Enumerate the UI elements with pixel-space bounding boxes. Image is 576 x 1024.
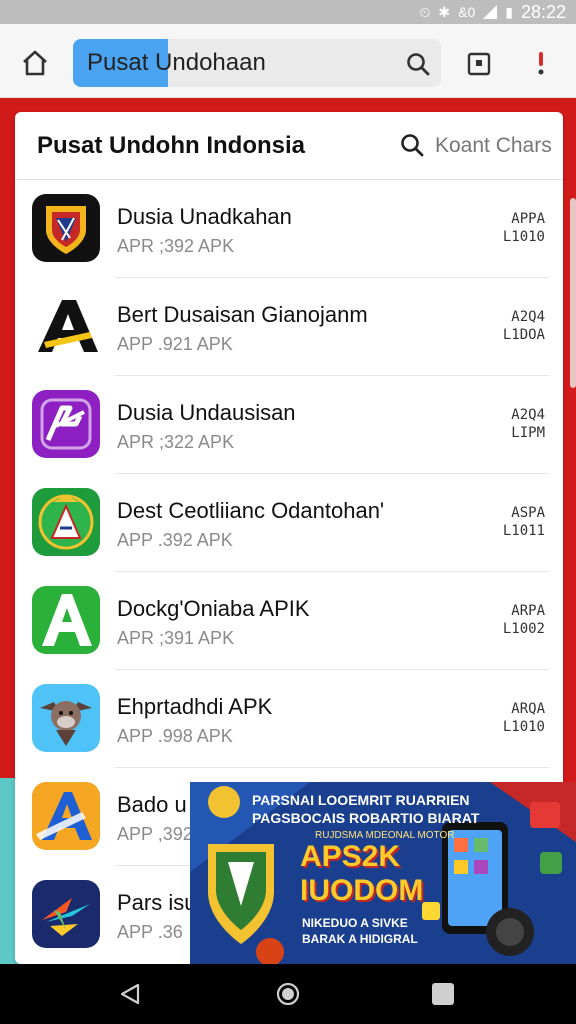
back-icon[interactable] (118, 982, 142, 1006)
url-text: Pusat Undohaan (87, 49, 266, 76)
ad-banner[interactable]: PARSNAI LOOEMRIT RUARRIEN PAGSBOCAIS ROB… (190, 782, 576, 964)
badge-line: ARQA (511, 701, 545, 717)
page-title: Pusat Undohn Indonsia (37, 132, 305, 159)
badge-line: L1010 (502, 719, 545, 735)
recents-icon[interactable] (432, 983, 454, 1005)
shield-logo-icon (32, 194, 100, 262)
badge-line: L1011 (502, 523, 545, 539)
app-subtitle: APR ;322 APK (117, 432, 235, 452)
search-icon[interactable] (399, 132, 425, 158)
colorful-arrow-icon (32, 880, 100, 948)
badge-line: A2Q4 (511, 407, 545, 423)
badge-line: L1DOA (502, 327, 545, 343)
list-item[interactable]: Dusia Undausisan APR ;322 APK A2Q4 LIPM (15, 376, 563, 474)
badge-line: ASPA (511, 505, 545, 521)
badge-line: L1002 (502, 621, 545, 637)
list-item[interactable]: Dockg'Oniaba APIK APR ;391 APK ARPA L100… (15, 572, 563, 670)
scrollbar[interactable] (570, 198, 576, 388)
version-badge: ARQA L1010 (501, 700, 545, 736)
green-emblem-icon (32, 488, 100, 556)
ad-headline: PAGSBOCAIS ROBARTIO BIARAT (252, 810, 480, 826)
app-subtitle: APP ,392 (117, 824, 193, 844)
search-input[interactable]: Koant Chars (435, 134, 552, 158)
ad-headline: PARSNAI LOOEMRIT RUARRIEN (252, 792, 470, 808)
badge-line: LIPM (511, 425, 545, 441)
app-name: Pars isu (117, 890, 197, 915)
home-nav-icon[interactable] (276, 982, 300, 1006)
browser-toolbar: Pusat Undohaan (0, 24, 576, 98)
clock: 28:22 (520, 1, 566, 22)
version-badge: A2Q4 LIPM (501, 406, 545, 442)
app-name: Dusia Unadkahan (117, 204, 292, 229)
status-icons: ⏲ ✱ &0 ▮ 28:22 (419, 0, 566, 24)
app-name: Ehprtadhdi APK (117, 694, 273, 719)
app-name: Dusia Undausisan (117, 400, 296, 425)
letter-a-black-icon (32, 292, 100, 360)
list-item[interactable]: Bert Dusaisan Gianojanm APP .921 APK A2Q… (15, 278, 563, 376)
badge-line: APPA (511, 211, 545, 227)
home-icon[interactable] (20, 48, 50, 78)
version-badge: A2Q4 L1DOA (501, 308, 545, 344)
app-subtitle: APR ;391 APK (117, 628, 235, 648)
ad-title: IUODOM (300, 874, 424, 907)
app-subtitle: APR ;392 APK (117, 236, 235, 256)
tabs-icon[interactable] (466, 51, 492, 77)
signal-icon (483, 5, 498, 19)
list-item[interactable]: Dusia Unadkahan APR ;392 APK APPA L1010 (15, 180, 563, 278)
more-menu-icon[interactable] (534, 48, 548, 78)
letter-a-green-icon (32, 586, 100, 654)
ad-caption: BARAK A HIDIGRAL (302, 932, 418, 946)
app-subtitle: APP .36 (117, 922, 183, 942)
purple-ap-icon (32, 390, 100, 458)
ad-caption: NIKEDUO A SIVKE (302, 916, 408, 930)
app-name: Bert Dusaisan Gianojanm (117, 302, 368, 327)
app-name: Dest Ceotliianc Odantohan' (117, 498, 385, 523)
letter-a-orange-icon (32, 782, 100, 850)
ad-title: APS2K (300, 840, 401, 873)
status-extra: &0 (458, 4, 476, 20)
app-subtitle: APP .998 APK (117, 726, 233, 746)
version-badge: ARPA L1002 (501, 602, 545, 638)
status-bar: ⏲ ✱ &0 ▮ 28:22 (0, 0, 576, 24)
alarm-icon: ⏲ (419, 3, 431, 20)
badge-line: ARPA (511, 603, 545, 619)
card-header: Pusat Undohn Indonsia Koant Chars (15, 112, 563, 180)
search-icon[interactable] (405, 51, 431, 77)
badge-line: A2Q4 (511, 309, 545, 325)
app-name: Dockg'Oniaba APIK (117, 596, 310, 621)
app-subtitle: APP .921 APK (117, 334, 233, 354)
version-badge: ASPA L1011 (501, 504, 545, 540)
list-item[interactable]: Ehprtadhdi APK APP .998 APK ARQA L1010 (15, 670, 563, 768)
bluetooth-icon: ✱ (438, 3, 451, 20)
list-item[interactable]: Dest Ceotliianc Odantohan' APP .392 APK … (15, 474, 563, 572)
app-subtitle: APP .392 APK (117, 530, 233, 550)
system-nav-bar (0, 964, 576, 1024)
url-bar[interactable]: Pusat Undohaan (73, 39, 441, 87)
battery-icon: ▮ (505, 3, 513, 20)
version-badge: APPA L1010 (501, 210, 545, 246)
badge-line: L1010 (502, 229, 545, 245)
monkey-icon (32, 684, 100, 752)
app-name: Bado u (117, 792, 187, 817)
